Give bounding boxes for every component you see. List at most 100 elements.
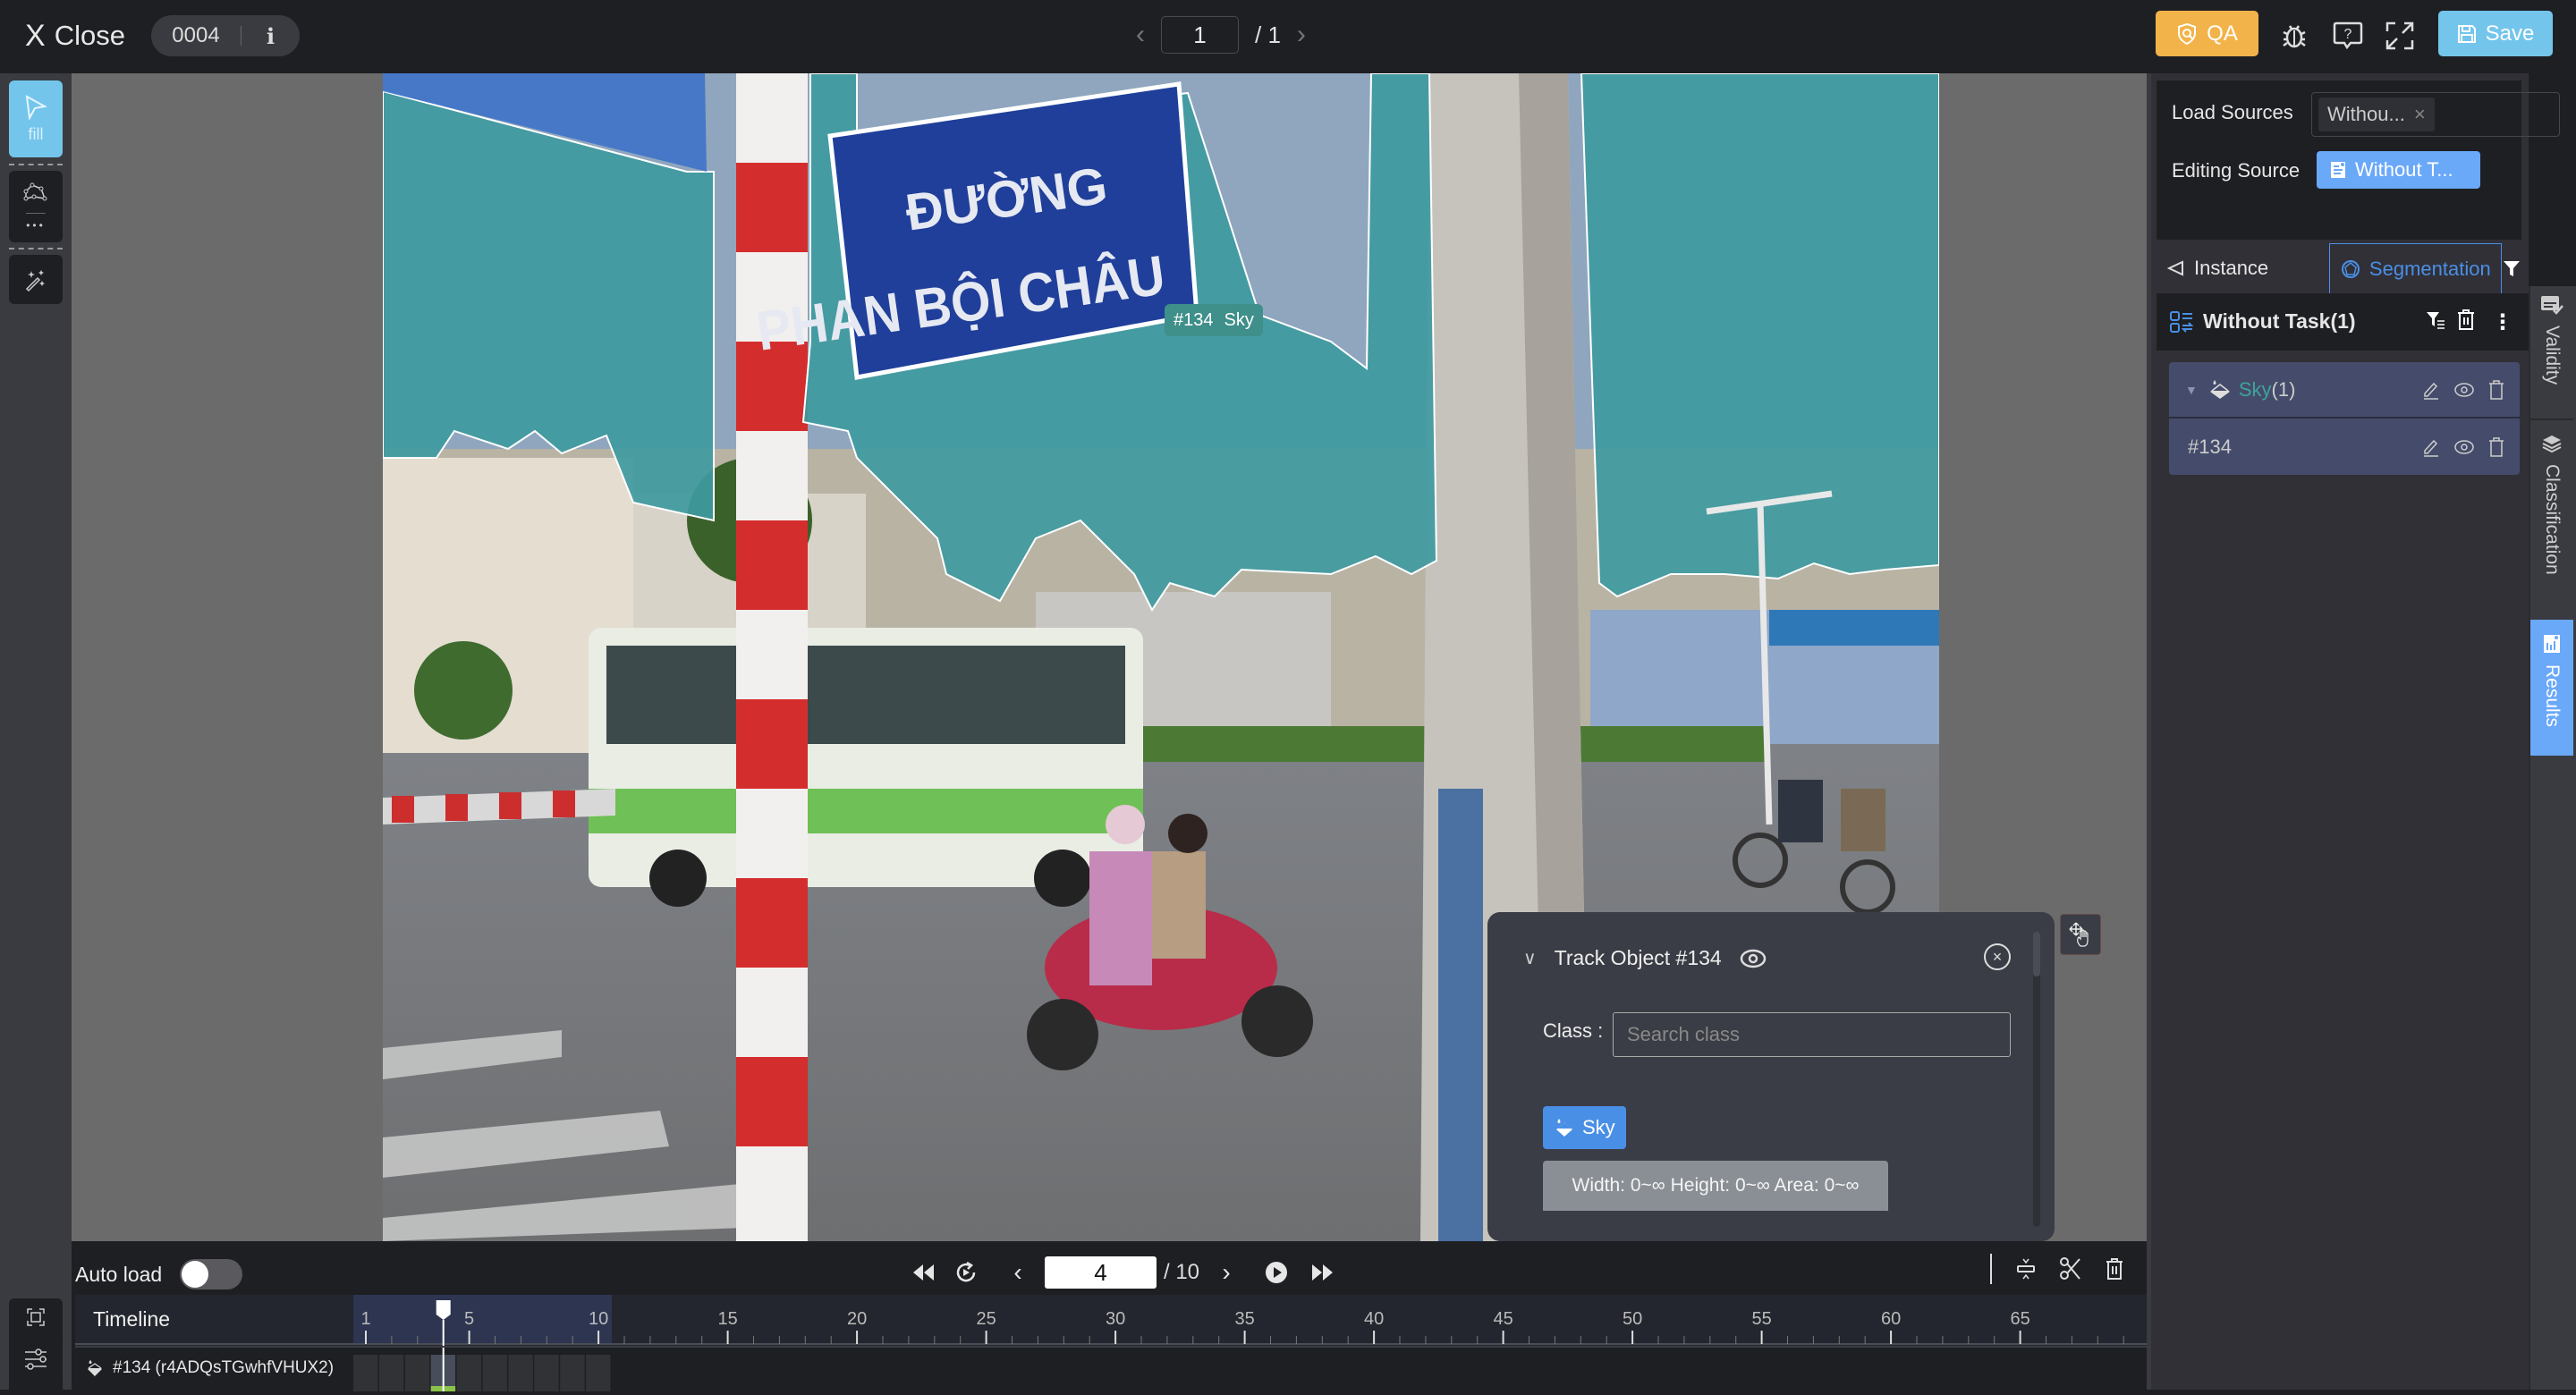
- tick-label: 25: [976, 1309, 996, 1329]
- scissors-icon[interactable]: [2060, 1257, 2081, 1281]
- class-label: Class :: [1543, 1019, 1604, 1042]
- timeline-ruler[interactable]: Timeline 1 5 10 15 20 25 30 35 40 45 50 55 60 65: [75, 1295, 2147, 1346]
- drag-move-handle[interactable]: [2060, 914, 2101, 955]
- tick-label: 15: [717, 1309, 737, 1329]
- sources-section: Load Sources Withou... × Editing Source …: [2157, 80, 2560, 240]
- list-item[interactable]: #134: [2169, 418, 2520, 475]
- tab-instance[interactable]: Instance: [2157, 243, 2329, 293]
- class-count: (1): [2271, 377, 2296, 401]
- next-frame-button[interactable]: ›: [1199, 1258, 1253, 1287]
- editing-source-button[interactable]: Without T...: [2317, 151, 2480, 189]
- expand-caret-icon[interactable]: ▼: [2185, 383, 2198, 397]
- filter-button[interactable]: [2502, 243, 2521, 293]
- filter-list-icon[interactable]: [2425, 309, 2446, 331]
- tab-segmentation[interactable]: Segmentation: [2328, 243, 2502, 293]
- polygon-icon: [23, 182, 47, 200]
- timeline-actions: [1990, 1254, 2124, 1284]
- tab-classification[interactable]: Classification: [2530, 434, 2573, 613]
- auto-load-control: Auto load: [75, 1259, 243, 1289]
- move-hand-icon: [2069, 922, 2089, 947]
- tab-segmentation-label: Segmentation: [2368, 257, 2491, 280]
- frame-cell[interactable]: [586, 1355, 611, 1391]
- page-input[interactable]: [1161, 16, 1239, 54]
- class-group-header[interactable]: ▼ Sky (1): [2169, 362, 2520, 418]
- track-object-panel: ∨ Track Object #134 × Class : Sky Width:…: [1487, 912, 2055, 1241]
- edit-icon[interactable]: [2421, 380, 2441, 400]
- left-toolbar: fill ••• R:0° Z:170%: [0, 73, 72, 1395]
- help-icon[interactable]: ?: [2330, 18, 2366, 54]
- close-panel-button[interactable]: ×: [1984, 943, 2011, 970]
- instance-icon: [2167, 260, 2183, 276]
- class-search-input[interactable]: [1613, 1012, 2011, 1057]
- info-icon[interactable]: i: [242, 23, 300, 49]
- frame-cell[interactable]: [404, 1355, 430, 1391]
- split-icon[interactable]: [2015, 1257, 2037, 1281]
- tab-results-label: Results: [2542, 664, 2563, 728]
- editing-source-label: Editing Source: [2172, 159, 2301, 182]
- auto-load-toggle[interactable]: [180, 1259, 243, 1289]
- tick-label: 55: [1751, 1309, 1771, 1329]
- edit-icon[interactable]: [2421, 437, 2441, 457]
- class-chip-sky[interactable]: Sky: [1543, 1106, 1626, 1149]
- trash-icon[interactable]: [2487, 379, 2505, 400]
- eye-icon[interactable]: [2453, 382, 2475, 398]
- delete-all-icon[interactable]: [2456, 309, 2476, 331]
- frame-id-pill: 0004 i: [151, 15, 300, 56]
- frame-cell[interactable]: [378, 1355, 404, 1391]
- panel-scrollbar[interactable]: [2033, 932, 2040, 1227]
- tab-validity-label: Validity: [2542, 326, 2563, 385]
- sliders-icon: [25, 1348, 47, 1370]
- frame-cell[interactable]: [534, 1355, 559, 1391]
- visibility-eye-icon[interactable]: [1740, 949, 1767, 968]
- prev-page-button[interactable]: ‹: [1136, 20, 1145, 50]
- load-sources-select[interactable]: Withou... ×: [2311, 92, 2560, 137]
- close-label: Close: [54, 20, 125, 51]
- more-options-icon[interactable]: •••: [26, 219, 46, 232]
- fill-label: fill: [28, 124, 44, 143]
- svg-text:?: ?: [2344, 27, 2352, 42]
- frame-cell[interactable]: [508, 1355, 533, 1391]
- tab-validity[interactable]: Validity: [2530, 295, 2573, 420]
- object-label-tag[interactable]: #134 Sky: [1165, 304, 1263, 336]
- track-object-header: ∨ Track Object #134: [1523, 946, 1767, 970]
- object-id: #134: [2188, 435, 2232, 458]
- frame-cell[interactable]: [560, 1355, 585, 1391]
- current-frame-input[interactable]: [1045, 1256, 1157, 1289]
- collapse-chevron-icon[interactable]: ∨: [1523, 947, 1537, 969]
- qa-button[interactable]: QA: [2156, 11, 2258, 56]
- bug-report-icon[interactable]: [2276, 18, 2312, 54]
- track-object-title: Track Object #134: [1554, 946, 1722, 969]
- timeline-area: Auto load ‹ / 10 › Timeline 151015202530…: [72, 1241, 2147, 1391]
- object-label-id: #134: [1174, 309, 1214, 330]
- fit-screen-icon[interactable]: [26, 1307, 46, 1327]
- replay-icon[interactable]: [941, 1261, 991, 1284]
- frame-cell[interactable]: [353, 1355, 378, 1391]
- rewind-icon[interactable]: [905, 1263, 941, 1282]
- scrollbar-thumb[interactable]: [2033, 932, 2040, 976]
- next-page-button[interactable]: ›: [1297, 20, 1306, 50]
- trash-icon[interactable]: [2487, 436, 2505, 457]
- fast-forward-icon[interactable]: [1300, 1263, 1346, 1282]
- delete-track-icon[interactable]: [2105, 1257, 2124, 1281]
- more-vertical-icon[interactable]: ⋮: [2492, 309, 2513, 335]
- close-button[interactable]: X Close: [25, 16, 125, 55]
- tab-results[interactable]: Results: [2530, 620, 2573, 756]
- playback-controls: ‹ / 10 ›: [905, 1254, 1346, 1291]
- result-type-tabs: Instance Segmentation: [2157, 243, 2521, 293]
- fill-select-tool[interactable]: fill: [9, 80, 63, 157]
- polygon-tool[interactable]: •••: [9, 171, 63, 242]
- tick-label: 10: [589, 1309, 608, 1329]
- remove-tag-icon[interactable]: ×: [2414, 103, 2426, 126]
- save-button[interactable]: Save: [2438, 11, 2553, 56]
- class-chip-label: Sky: [1582, 1116, 1615, 1138]
- fullscreen-icon[interactable]: [2382, 18, 2418, 54]
- frame-cell[interactable]: [482, 1355, 507, 1391]
- eye-icon[interactable]: [2453, 439, 2475, 455]
- play-icon[interactable]: [1253, 1261, 1300, 1284]
- frame-cell[interactable]: [456, 1355, 481, 1391]
- magic-wand-tool[interactable]: [9, 255, 63, 304]
- frame-id: 0004: [172, 23, 220, 47]
- settings-button[interactable]: [9, 1333, 63, 1384]
- shield-search-icon: [2178, 22, 2197, 45]
- prev-frame-button[interactable]: ‹: [991, 1258, 1045, 1287]
